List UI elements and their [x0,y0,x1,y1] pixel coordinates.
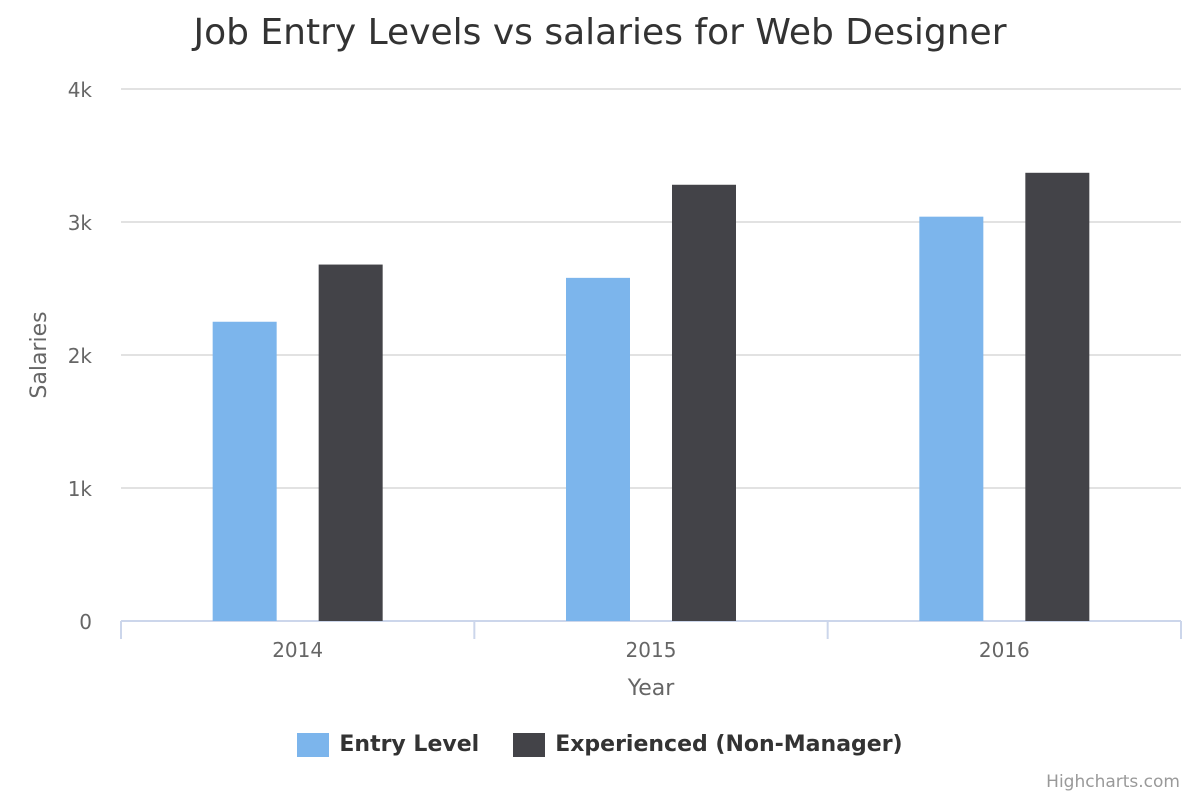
legend-label-entry-level: Entry Level [339,732,480,757]
legend-label-experienced: Experienced (Non-Manager) [555,732,903,757]
x-tick-label: 2015 [626,638,677,662]
x-tick-label: 2016 [979,638,1030,662]
chart-title: Job Entry Levels vs salaries for Web Des… [193,12,1007,53]
y-tick-label: 2k [68,344,93,368]
bar-entry-level-2014[interactable] [212,321,277,621]
x-axis-title: Year [627,676,676,701]
y-tick-label: 4k [68,78,93,102]
bar-experienced-2014[interactable] [318,264,383,621]
x-tick-label: 2014 [272,638,323,662]
y-tick-label: 0 [79,610,92,634]
legend-item-experienced[interactable]: Experienced (Non-Manager) [513,732,903,757]
y-tick-label: 3k [68,211,93,235]
chart-plot-svg: 0 1k 2k 3k 4k 2014 2015 2016 Year Salaries [27,78,1182,701]
bar-entry-level-2015[interactable] [566,277,630,621]
legend-swatch-experienced [513,732,546,757]
legend-item-entry-level[interactable]: Entry Level [297,732,479,757]
bar-experienced-2016[interactable] [1025,172,1090,622]
bar-entry-level-2016[interactable] [919,216,984,621]
legend-swatch-entry-level [297,732,330,757]
y-tick-label: 1k [68,477,93,501]
chart-container: 0 1k 2k 3k 4k 2014 2015 2016 Year Salaries Job En… [0,0,1200,800]
bar-experienced-2015[interactable] [672,184,736,621]
legend: Entry Level Experienced (Non-Manager) [0,732,1200,757]
y-axis-title: Salaries [27,311,52,398]
credits-link[interactable]: Highcharts.com [1046,772,1180,792]
